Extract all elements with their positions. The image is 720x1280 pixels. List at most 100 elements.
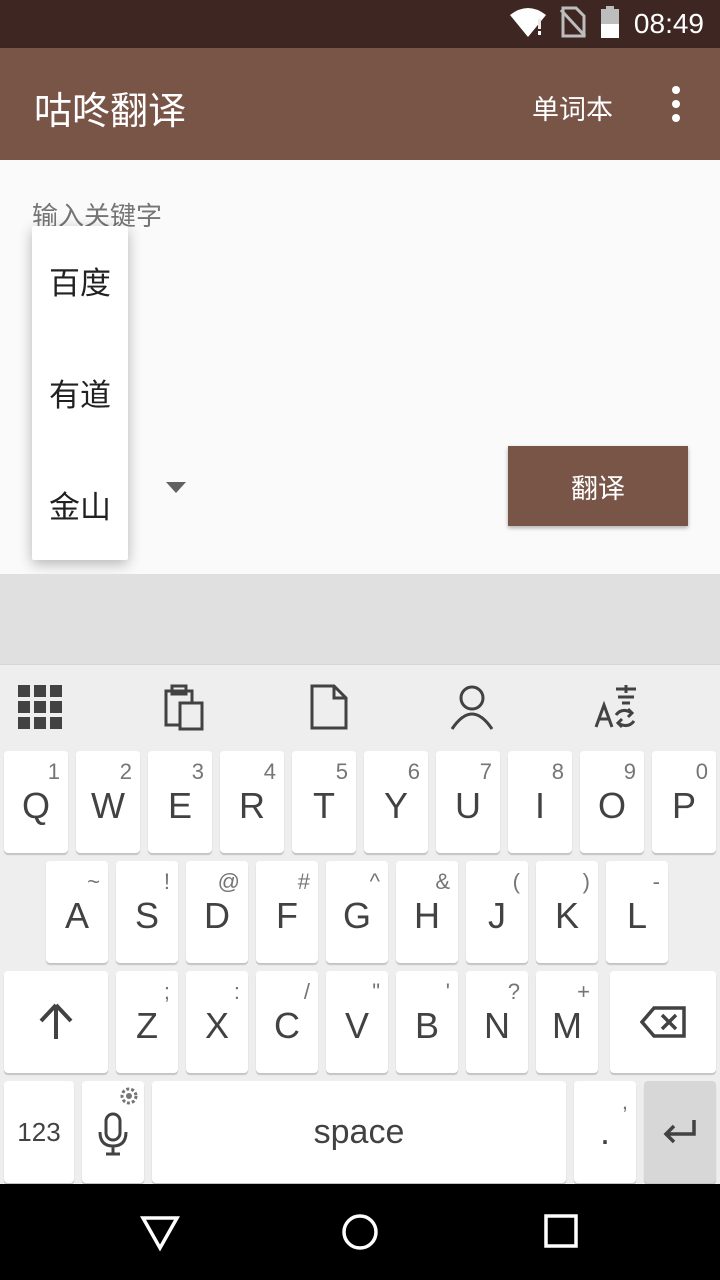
vocabulary-button[interactable]: 单词本 (532, 88, 613, 127)
key-b[interactable]: B ' (396, 971, 458, 1073)
recents-icon[interactable] (542, 1212, 582, 1252)
key-label: G (342, 895, 371, 936)
dropdown-item-baidu[interactable]: 百度 (32, 240, 128, 320)
key-i[interactable]: I8 (508, 751, 572, 853)
key-u[interactable]: U7 (436, 751, 500, 853)
navigation-bar (0, 1184, 720, 1280)
key-hint: + (577, 979, 590, 1004)
key-hint: : (233, 979, 240, 1004)
key-hint: 4 (263, 759, 276, 784)
key-l[interactable]: L- (606, 861, 668, 963)
key-label: R (239, 785, 265, 826)
key-hint: 9 (623, 759, 636, 784)
key-s[interactable]: S! (116, 861, 178, 963)
translate-keyboard-icon[interactable] (592, 683, 642, 733)
clipboard-icon[interactable] (160, 683, 210, 733)
key-f[interactable]: F # (256, 861, 318, 963)
app-title: 咕咚翻译 (34, 89, 187, 133)
key-h[interactable]: H & (396, 861, 458, 963)
status-bar: 08:49 (0, 0, 720, 48)
clock: 08:49 (633, 8, 704, 39)
status-icons: 08:49 (509, 0, 704, 48)
key-hint: 1 (47, 759, 60, 784)
dropdown-item-youdao[interactable]: 有道 (32, 352, 128, 432)
key-v[interactable]: V " (326, 971, 388, 1073)
key-hint: 5 (335, 759, 348, 784)
key-x[interactable]: X: (186, 971, 248, 1073)
key-hint: # (297, 869, 310, 894)
enter-key[interactable] (644, 1081, 716, 1183)
key-label: E (167, 785, 192, 826)
dropdown-item-kingsoft[interactable]: 金山 (32, 464, 128, 544)
key-m[interactable]: M + (536, 971, 598, 1073)
key-hint: ~ (87, 869, 100, 894)
key-o[interactable]: O9 (580, 751, 644, 853)
dropdown-arrow-icon[interactable] (166, 482, 186, 493)
translate-button[interactable]: 翻译 (508, 446, 688, 526)
key-hint: 3 (191, 759, 204, 784)
key-label: Z (136, 1005, 158, 1046)
key-a[interactable]: A ~ (46, 861, 108, 963)
key-j[interactable]: J( (466, 861, 528, 963)
key-label: O (597, 785, 626, 826)
key-g[interactable]: G ^ (326, 861, 388, 963)
key-w[interactable]: W2 (76, 751, 140, 853)
key-d[interactable]: D @ (186, 861, 248, 963)
key-e[interactable]: E3 (148, 751, 212, 853)
key-p[interactable]: P0 (652, 751, 716, 853)
key-label: C (274, 1005, 300, 1046)
settings-gear-icon (118, 1085, 140, 1111)
key-hint: ' (445, 979, 450, 1004)
key-label: N (484, 1005, 510, 1046)
key-hint: 8 (551, 759, 564, 784)
key-hint: / (303, 979, 310, 1004)
backspace-key[interactable] (610, 971, 716, 1073)
key-label: H (414, 895, 440, 936)
space-key[interactable]: space (152, 1081, 566, 1183)
key-hint: ; (163, 979, 170, 1004)
more-options-icon[interactable] (664, 84, 688, 124)
grid-icon[interactable] (16, 683, 66, 733)
key-hint: 0 (695, 759, 708, 784)
key-z[interactable]: Z; (116, 971, 178, 1073)
numbers-key[interactable]: 123 (4, 1081, 74, 1183)
key-label: F (276, 895, 298, 936)
period-key[interactable]: . , (574, 1081, 636, 1183)
key-label: D (204, 895, 230, 936)
home-icon[interactable] (340, 1212, 380, 1252)
app-bar: 咕咚翻译 单词本 (0, 48, 720, 160)
key-hint: ! (163, 869, 170, 894)
engine-dropdown: 百度 有道 金山 (32, 226, 128, 560)
key-hint: " (372, 979, 380, 1004)
key-y[interactable]: Y6 (364, 751, 428, 853)
key-hint: ? (507, 979, 520, 1004)
keyboard: Q1W2E3R4T5Y6U7I8O9P0 A ~ S! D @ F # G ^ H & J(K) L - … (0, 664, 720, 1184)
key-q[interactable]: Q1 (4, 751, 68, 853)
key-label: A (64, 895, 89, 936)
key-k[interactable]: K) (536, 861, 598, 963)
key-label: P (671, 785, 696, 826)
key-label: V (344, 1005, 369, 1046)
document-icon[interactable] (306, 683, 356, 733)
no-sim-icon (559, 6, 587, 42)
shift-key[interactable] (4, 971, 108, 1073)
person-icon[interactable] (448, 683, 498, 733)
key-label: X (204, 1005, 229, 1046)
key-label: T (313, 785, 335, 826)
key-c[interactable]: C / (256, 971, 318, 1073)
key-hint: 6 (407, 759, 420, 784)
voice-input-key[interactable] (82, 1081, 144, 1183)
key-label: S (134, 895, 159, 936)
key-hint: ) (582, 869, 590, 894)
key-hint: 7 (479, 759, 492, 784)
back-icon[interactable] (139, 1212, 181, 1252)
key-t[interactable]: T5 (292, 751, 356, 853)
battery-icon (600, 6, 620, 42)
key-hint: - (652, 869, 660, 894)
key-label: B (414, 1005, 439, 1046)
key-r[interactable]: R4 (220, 751, 284, 853)
key-n[interactable]: N? (466, 971, 528, 1073)
key-label: Y (383, 785, 408, 826)
key-label: I (534, 785, 545, 826)
key-label: K (554, 895, 579, 936)
